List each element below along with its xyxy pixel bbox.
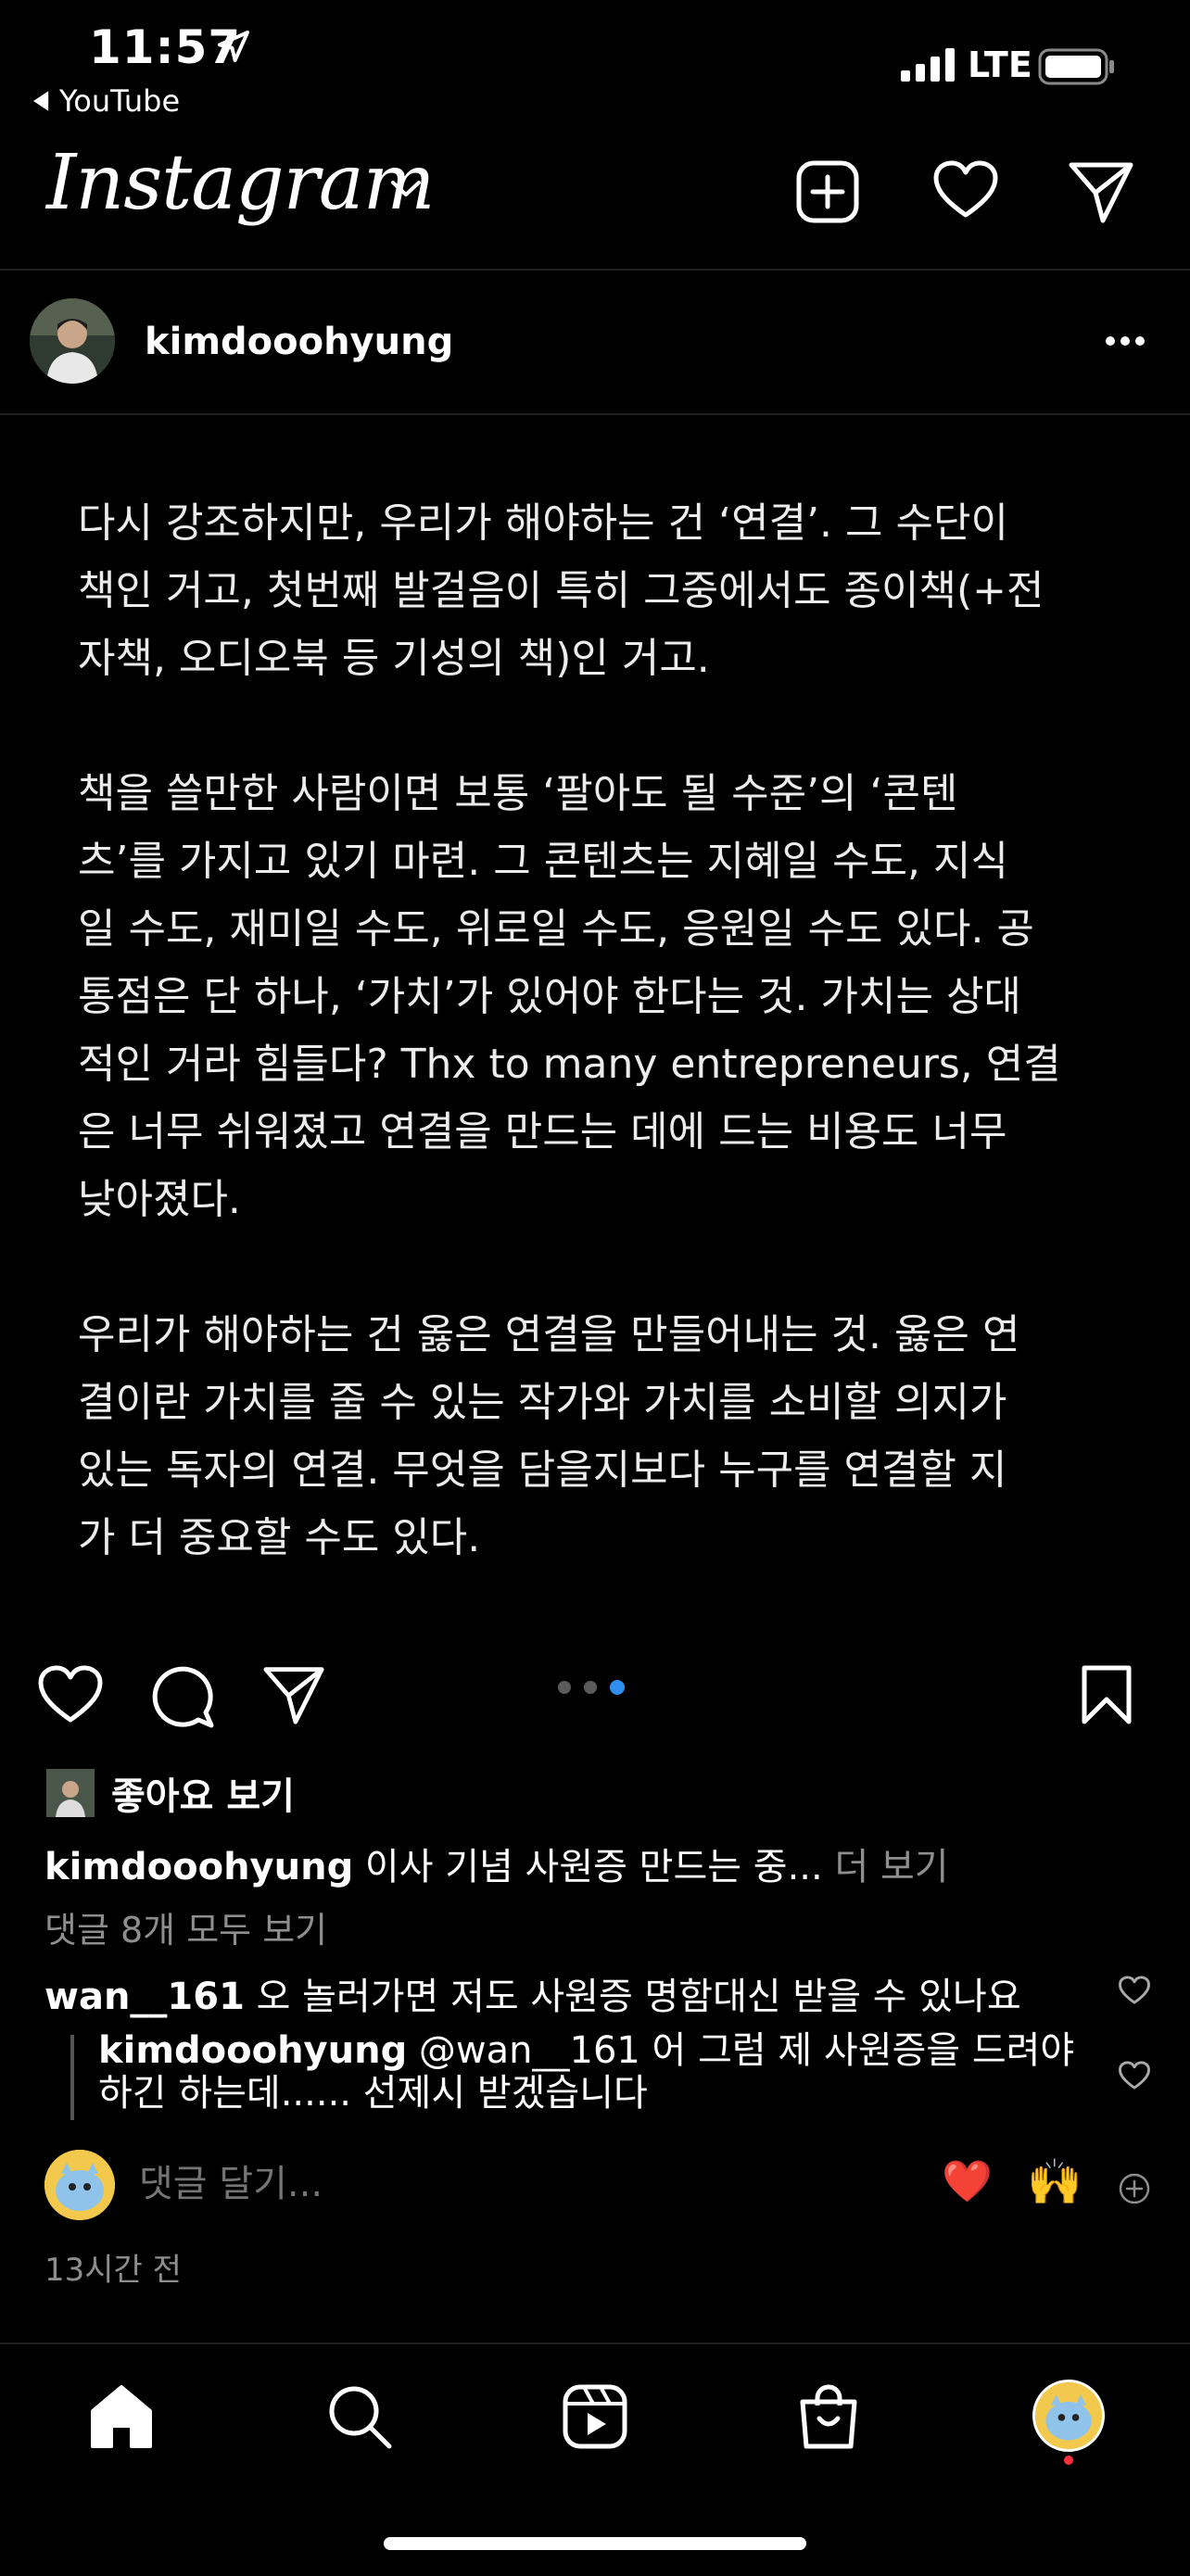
create-post-icon[interactable] [795,159,860,224]
view-all-comments-link[interactable]: 댓글 8개 모두 보기 [44,1901,327,1952]
carousel-indicator [558,1680,625,1695]
back-app-label: YouTube [59,83,181,119]
carousel-dot-active [610,1680,625,1695]
profile-notification-dot [1064,2456,1073,2465]
post-paragraph: 책을 쓸만한 사람이면 보통 ‘팔아도 될 수준’의 ‘콘텐 츠’를 가지고 있… [78,770,1061,1223]
comment-like-heart-icon[interactable] [1118,2061,1151,2090]
post-paragraph: 우리가 해야하는 건 옳은 연결을 만들어내는 것. 옳은 연 결이란 가치를 … [78,1311,1020,1561]
header-divider [0,269,1190,271]
comment-like-heart-icon[interactable] [1118,1976,1151,2005]
location-arrow-icon [218,31,249,62]
likes-row[interactable]: 좋아요 보기 [44,1766,295,1820]
cellular-signal-icon [901,48,955,82]
chevron-down-icon[interactable] [389,178,423,200]
liker-avatar [44,1767,96,1819]
reply-thread-line [70,2035,74,2120]
home-icon[interactable] [87,2383,156,2450]
caption-more-link[interactable]: 더 보기 [823,1846,948,1888]
carousel-dot [584,1681,597,1694]
my-avatar [44,2150,115,2220]
profile-tab-avatar[interactable] [1032,2380,1105,2452]
add-comment-input[interactable] [139,2163,880,2205]
comment-bubble-icon[interactable] [150,1664,215,1729]
likes-label: 좋아요 보기 [111,1775,295,1818]
battery-icon [1038,48,1114,85]
post-header-divider [0,413,1190,415]
add-emoji-icon[interactable] [1118,2172,1151,2205]
quick-emoji-raised-hands[interactable]: 🙌 [1027,2155,1082,2208]
shop-bag-icon[interactable] [795,2383,862,2450]
post-text-image: 다시 강조하지만, 우리가 해야하는 건 ‘연결’. 그 수단이 책인 거고, … [78,489,1125,1639]
comment-text: 오 놀러가면 저도 사원증 명함대신 받을 수 있나요 [244,1976,1021,2018]
comment-username[interactable]: kimdooohyung [98,2029,407,2072]
caption-text: 이사 기념 사원증 만드는 중... [353,1846,823,1888]
comment: wan__161 오 놀러가면 저도 사원증 명함대신 받을 수 있나요 [44,1966,1021,2020]
carousel-dot [558,1681,571,1694]
reels-icon[interactable] [562,2383,628,2450]
post-timestamp: 13시간 전 [44,2252,182,2289]
instagram-logo[interactable]: Instagram [46,139,435,227]
bookmark-icon[interactable] [1081,1664,1133,1725]
like-heart-icon[interactable] [37,1664,104,1725]
direct-message-icon[interactable] [1068,159,1134,224]
quick-emoji-heart[interactable]: ❤️ [942,2157,993,2205]
back-to-app-link[interactable]: YouTube [33,83,180,119]
back-triangle-icon [33,91,49,111]
more-options-icon[interactable] [1105,335,1146,347]
post-author-avatar[interactable] [30,298,115,384]
search-icon[interactable] [326,2383,393,2450]
comment-username[interactable]: wan__161 [44,1976,245,2018]
comment-reply: kimdooohyung @wan__161 어 그럼 제 사원증을 드려야 하… [98,2029,1081,2115]
home-indicator[interactable] [384,2537,806,2550]
post-paragraph: 다시 강조하지만, 우리가 해야하는 건 ‘연결’. 그 수단이 책인 거고, … [78,499,1044,682]
carrier-label: LTE [968,44,1032,85]
caption-username[interactable]: kimdooohyung [44,1846,353,1888]
post-caption[interactable]: kimdooohyung 이사 기념 사원증 만드는 중... 더 보기 [44,1837,949,1890]
activity-heart-icon[interactable] [932,159,999,221]
post-author-username[interactable]: kimdooohyung [145,321,453,363]
share-send-icon[interactable] [261,1664,326,1725]
